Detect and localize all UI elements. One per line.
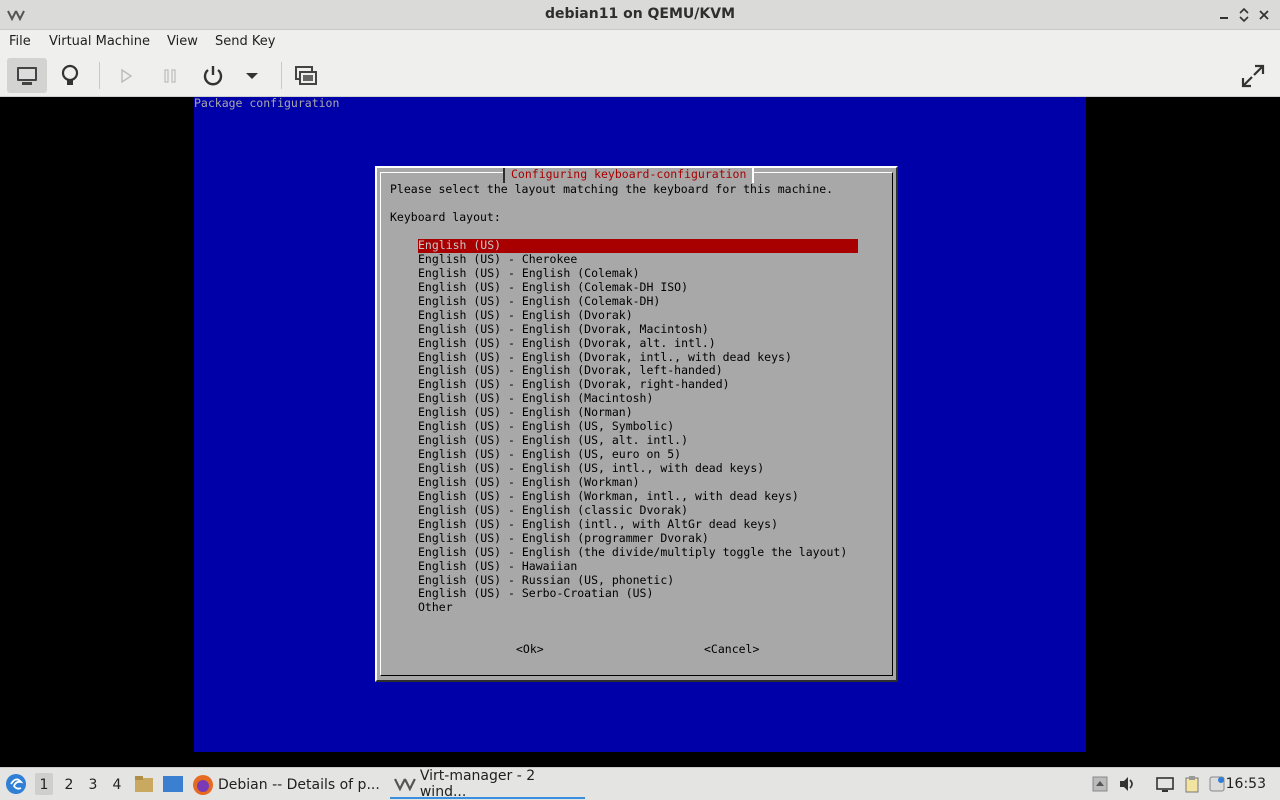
virt-manager-icon (394, 778, 416, 791)
keyboard-layout-option[interactable]: English (US) - English (the divide/multi… (418, 545, 858, 560)
keyboard-layout-option[interactable]: English (US) - English (Colemak) (418, 266, 858, 281)
show-desktop-icon[interactable] (162, 775, 184, 793)
keyboard-layout-option[interactable]: English (US) - English (intl., with AltG… (418, 517, 858, 532)
cancel-button[interactable]: <Cancel> (704, 642, 759, 657)
close-icon[interactable] (1256, 7, 1272, 23)
keyboard-layout-option[interactable]: Other (418, 600, 858, 615)
workspace-4[interactable]: 4 (108, 777, 126, 793)
keyboard-layout-option[interactable]: English (US) - Russian (US, phonetic) (418, 573, 858, 588)
maximize-icon[interactable] (1236, 7, 1252, 23)
menu-file[interactable]: File (9, 34, 31, 49)
toolbar (0, 54, 1280, 97)
vm-viewport[interactable]: Package configuration Configuring keyboa… (0, 96, 1280, 767)
keyboard-layout-option[interactable]: English (US) - English (US, alt. intl.) (418, 433, 858, 448)
dialog-prompt: Please select the layout matching the ke… (390, 182, 834, 196)
menu-send-key[interactable]: Send Key (215, 34, 275, 49)
fullscreen-icon (1241, 64, 1265, 87)
volume-icon[interactable] (1118, 775, 1136, 793)
keyboard-layout-option[interactable]: English (US) - Serbo-Croatian (US) (418, 586, 858, 601)
keyboard-layout-option[interactable]: English (US) - English (Workman, intl., … (418, 489, 858, 504)
keyboard-layout-option[interactable]: English (US) - English (Colemak-DH ISO) (418, 280, 858, 295)
run-button[interactable] (106, 58, 146, 93)
keyboard-layout-label: Keyboard layout: (390, 210, 501, 224)
window-title: debian11 on QEMU/KVM (544, 6, 736, 22)
workspace-3[interactable]: 3 (84, 777, 102, 793)
keyboard-layout-option[interactable]: English (US) - English (Dvorak, left-han… (418, 363, 858, 378)
play-icon (121, 68, 133, 83)
dialog-title: Configuring keyboard-configuration (503, 167, 755, 183)
snapshots-button[interactable] (286, 58, 326, 93)
vm-screen[interactable]: Package configuration Configuring keyboa… (194, 96, 1086, 752)
minimize-icon[interactable] (1216, 7, 1232, 23)
monitor-icon (17, 66, 37, 85)
keyboard-layout-option[interactable]: English (US) - English (classic Dvorak) (418, 503, 858, 518)
keyboard-layout-option[interactable]: English (US) - English (US, Symbolic) (418, 419, 858, 434)
menubar: File Virtual Machine View Send Key (0, 30, 1280, 54)
taskbar-task-label: Debian -- Details of p... (218, 777, 380, 793)
keyboard-layout-option[interactable]: English (US) - English (Dvorak, alt. int… (418, 336, 858, 351)
keyboard-layout-option[interactable]: English (US) (418, 238, 858, 253)
dropdown-arrow-icon (246, 72, 258, 79)
snapshots-icon (295, 65, 317, 85)
taskbar-task-label: Virt-manager - 2 wind... (419, 768, 536, 800)
keyboard-layout-option[interactable]: English (US) - English (programmer Dvora… (418, 531, 858, 546)
clipboard-icon[interactable] (1183, 775, 1201, 793)
package-configuration-header: Package configuration (194, 96, 340, 110)
keyboard-layout-list[interactable]: English (US) English (US) - Cherokee Engli… (418, 238, 858, 615)
network-icon[interactable] (1156, 775, 1174, 793)
tray-scroll-icon[interactable] (1091, 775, 1109, 793)
keyboard-layout-option[interactable]: English (US) - English (Dvorak, right-ha… (418, 377, 858, 392)
firefox-icon (193, 775, 213, 795)
window-titlebar: debian11 on QEMU/KVM (0, 0, 1280, 30)
workspace-2[interactable]: 2 (60, 777, 78, 793)
toolbar-separator (281, 62, 282, 89)
lightbulb-icon (61, 64, 79, 85)
taskbar: 1 2 3 4 Debian -- Details of p... Virt-m… (0, 767, 1280, 800)
shutdown-button[interactable] (193, 58, 233, 93)
keyboard-layout-option[interactable]: English (US) - English (Dvorak, Macintos… (418, 322, 858, 337)
keyboard-layout-option[interactable]: English (US) - English (US, euro on 5) (418, 447, 858, 462)
fullscreen-button[interactable] (1233, 58, 1273, 93)
keyboard-layout-option[interactable]: English (US) - English (Norman) (418, 405, 858, 420)
pause-button[interactable] (150, 58, 190, 93)
keyboard-layout-option[interactable]: English (US) - English (US, intl., with … (418, 461, 858, 476)
menu-view[interactable]: View (167, 34, 198, 49)
keyboard-layout-option[interactable]: English (US) - English (Macintosh) (418, 391, 858, 406)
clock[interactable]: 16:53 (1226, 776, 1266, 792)
keyboard-layout-option[interactable]: English (US) - English (Workman) (418, 475, 858, 490)
ok-button[interactable]: <Ok> (516, 642, 544, 657)
keyboard-layout-option[interactable]: English (US) - Cherokee (418, 252, 858, 267)
taskbar-task-firefox[interactable]: Debian -- Details of p... (192, 771, 382, 799)
taskbar-task-virt-manager[interactable]: Virt-manager - 2 wind... (390, 768, 585, 800)
notifications-icon[interactable] (1208, 775, 1226, 793)
shutdown-menu-button[interactable] (232, 58, 272, 93)
workspace-1[interactable]: 1 (35, 773, 53, 795)
details-button[interactable] (50, 58, 90, 93)
menu-virtual-machine[interactable]: Virtual Machine (49, 34, 150, 49)
power-icon (203, 65, 223, 85)
application-menu-icon[interactable] (5, 773, 27, 795)
toolbar-separator (99, 62, 100, 89)
keyboard-layout-option[interactable]: English (US) - English (Dvorak, intl., w… (418, 350, 858, 365)
keyboard-layout-option[interactable]: English (US) - English (Dvorak) (418, 308, 858, 323)
file-manager-icon[interactable] (134, 775, 154, 793)
keyboard-layout-option[interactable]: English (US) - Hawaiian (418, 559, 858, 574)
debconf-dialog: Configuring keyboard-configuration Pleas… (375, 166, 898, 682)
console-button[interactable] (7, 58, 47, 93)
keyboard-layout-option[interactable]: English (US) - English (Colemak-DH) (418, 294, 858, 309)
pause-icon (164, 68, 176, 83)
